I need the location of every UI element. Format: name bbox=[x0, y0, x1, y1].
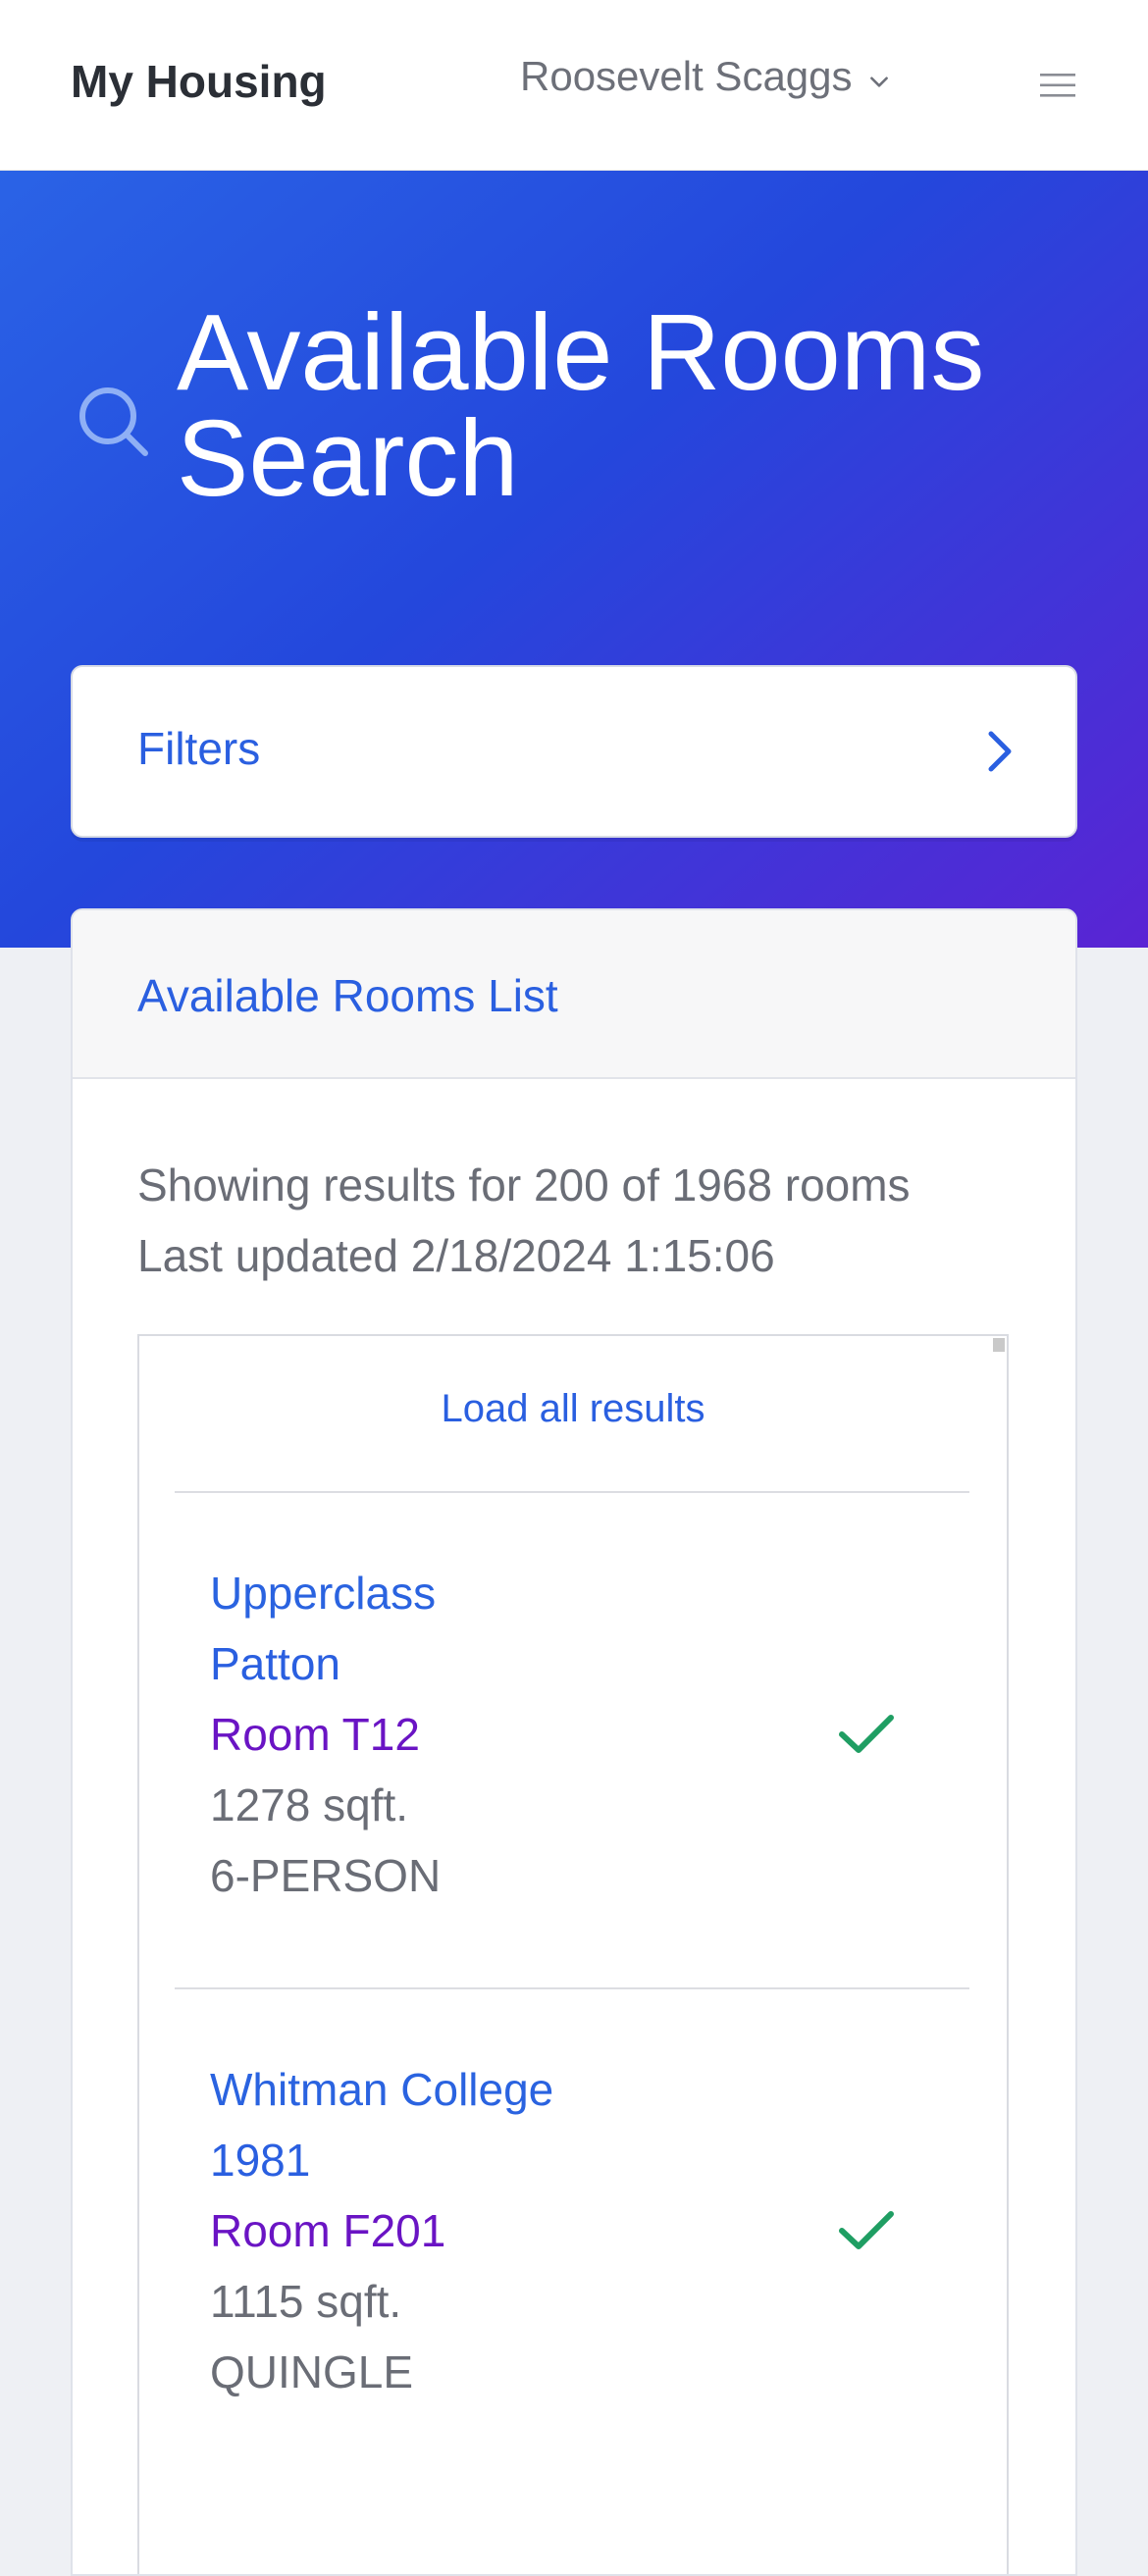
list-item[interactable]: Upperclass Patton Room T12 1278 sqft. 6-… bbox=[210, 1558, 916, 1911]
list-title[interactable]: Available Rooms List bbox=[137, 969, 558, 1022]
search-icon bbox=[79, 387, 148, 456]
brand-title[interactable]: My Housing bbox=[71, 55, 327, 108]
list-header: Available Rooms List bbox=[73, 910, 1075, 1079]
room-number: Room F201 bbox=[210, 2205, 446, 2256]
room-number: Room T12 bbox=[210, 1709, 420, 1760]
hamburger-menu-icon[interactable] bbox=[1038, 71, 1077, 100]
last-updated-text: Last updated 2/18/2024 1:15:06 bbox=[137, 1230, 775, 1281]
divider bbox=[175, 1987, 969, 1989]
room-type: QUINGLE bbox=[210, 2346, 414, 2397]
room-size: 1278 sqft. bbox=[210, 1779, 409, 1830]
top-navbar: My Housing Roosevelt Scaggs bbox=[0, 0, 1148, 171]
load-all-results-link[interactable]: Load all results bbox=[139, 1387, 1007, 1431]
room-type: 6-PERSON bbox=[210, 1850, 442, 1901]
checkmark-icon bbox=[839, 1715, 894, 1753]
room-building: Patton bbox=[210, 1638, 340, 1689]
list-item[interactable]: Whitman College 1981 Room F201 1115 sqft… bbox=[210, 2054, 916, 2407]
results-count-text: Showing results for 200 of 1968 rooms bbox=[137, 1159, 911, 1211]
filters-toggle[interactable]: Filters bbox=[71, 665, 1077, 838]
chevron-right-icon bbox=[988, 731, 1012, 772]
results-list[interactable]: Load all results Upperclass Patton Room … bbox=[137, 1334, 1009, 2574]
chevron-down-icon bbox=[869, 77, 888, 87]
room-size: 1115 sqft. bbox=[210, 2276, 402, 2327]
user-name: Roosevelt Scaggs bbox=[520, 53, 853, 99]
room-building: 1981 bbox=[210, 2135, 311, 2186]
page-title: Available Rooms Search bbox=[177, 292, 985, 519]
results-summary: Showing results for 200 of 1968 rooms La… bbox=[137, 1150, 911, 1291]
user-menu-dropdown[interactable]: Roosevelt Scaggs bbox=[520, 53, 892, 100]
room-college: Upperclass bbox=[210, 1568, 437, 1619]
available-rooms-card: Available Rooms List Showing results for… bbox=[71, 908, 1077, 2576]
room-college: Whitman College bbox=[210, 2064, 554, 2115]
scrollbar-thumb[interactable] bbox=[993, 1338, 1005, 1352]
checkmark-icon bbox=[839, 2211, 894, 2249]
divider bbox=[175, 1491, 969, 1493]
filters-label: Filters bbox=[137, 723, 261, 774]
